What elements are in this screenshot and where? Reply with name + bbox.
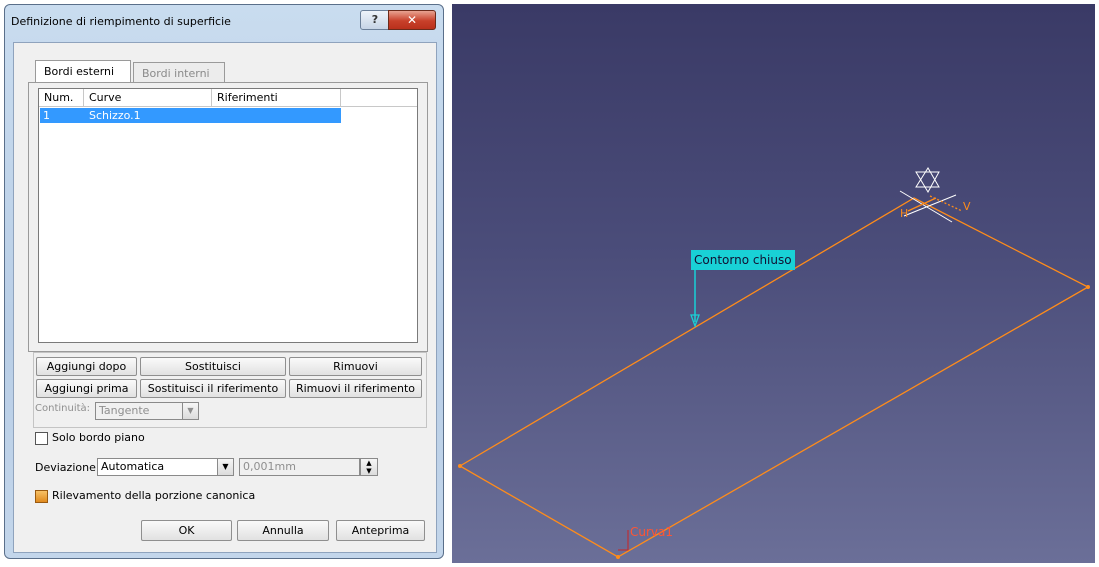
callout-label[interactable]: Contorno chiuso <box>691 250 795 270</box>
3d-viewport[interactable]: Contorno chiuso Curva1 H V <box>452 4 1095 563</box>
dialog-title: Definizione di riempimento di superficie <box>11 15 231 28</box>
continuity-label: Continuità: <box>35 403 91 414</box>
vertex-left <box>458 464 462 468</box>
replace-button[interactable]: Sostituisci <box>140 357 286 376</box>
axis-h-label: H <box>900 207 909 220</box>
continuity-value: Tangente <box>99 404 150 417</box>
row-curve: Schizzo.1 <box>89 109 141 122</box>
deviation-label: Deviazione: <box>35 461 100 474</box>
header-divider <box>39 106 417 107</box>
remove-button[interactable]: Rimuovi <box>289 357 422 376</box>
row-num: 1 <box>43 109 50 122</box>
vertex-right <box>1086 285 1090 289</box>
column-curve[interactable]: Curve <box>84 89 212 106</box>
cancel-button[interactable]: Annulla <box>237 520 329 541</box>
ok-button[interactable]: OK <box>141 520 232 541</box>
canonical-checkbox[interactable] <box>35 490 48 503</box>
deviation-value-field[interactable]: 0,001mm <box>239 458 360 476</box>
vertex-bottom <box>616 555 620 559</box>
remove-reference-button[interactable]: Rimuovi il riferimento <box>289 379 422 398</box>
spinner-icon[interactable]: ▲ ▼ <box>360 458 378 476</box>
preview-button[interactable]: Anteprima <box>336 520 425 541</box>
plane-only-label: Solo bordo piano <box>52 431 145 444</box>
plane-only-checkbox[interactable] <box>35 432 48 445</box>
sketch-axis-icon <box>899 167 957 223</box>
curve-marker <box>618 530 629 551</box>
help-button[interactable]: ? <box>360 10 390 30</box>
deviation-mode-select[interactable]: Automatica ▼ <box>97 458 234 476</box>
continuity-select[interactable]: Tangente ▼ <box>95 402 199 420</box>
column-references[interactable]: Riferimenti <box>212 89 341 106</box>
tab-outer-edges-label: Bordi esterni <box>44 65 115 78</box>
column-num[interactable]: Num. <box>39 89 84 106</box>
canonical-label: Rilevamento della porzione canonica <box>52 489 256 502</box>
tab-panel: Num. Curve Riferimenti 1 Schizzo.1 <box>28 82 428 352</box>
add-after-button[interactable]: Aggiungi dopo <box>36 357 137 376</box>
chevron-down-icon[interactable]: ▼ <box>217 459 233 475</box>
table-row[interactable]: 1 Schizzo.1 <box>40 108 341 123</box>
curve-label: Curva1 <box>630 525 674 539</box>
tab-outer-edges[interactable]: Bordi esterni <box>35 60 131 82</box>
edge-list[interactable]: Num. Curve Riferimenti 1 Schizzo.1 <box>38 88 418 343</box>
deviation-mode-value: Automatica <box>101 460 165 473</box>
chevron-down-icon[interactable]: ▼ <box>182 403 198 419</box>
geometry-canvas <box>458 167 1090 559</box>
add-before-button[interactable]: Aggiungi prima <box>36 379 137 398</box>
tab-inner-edges[interactable]: Bordi interni <box>133 62 225 82</box>
axis-v-label: V <box>963 200 971 213</box>
replace-reference-button[interactable]: Sostituisci il riferimento <box>140 379 286 398</box>
deviation-value-text: 0,001mm <box>243 460 296 473</box>
close-button[interactable]: ✕ <box>388 10 436 30</box>
tab-inner-edges-label: Bordi interni <box>142 67 210 80</box>
